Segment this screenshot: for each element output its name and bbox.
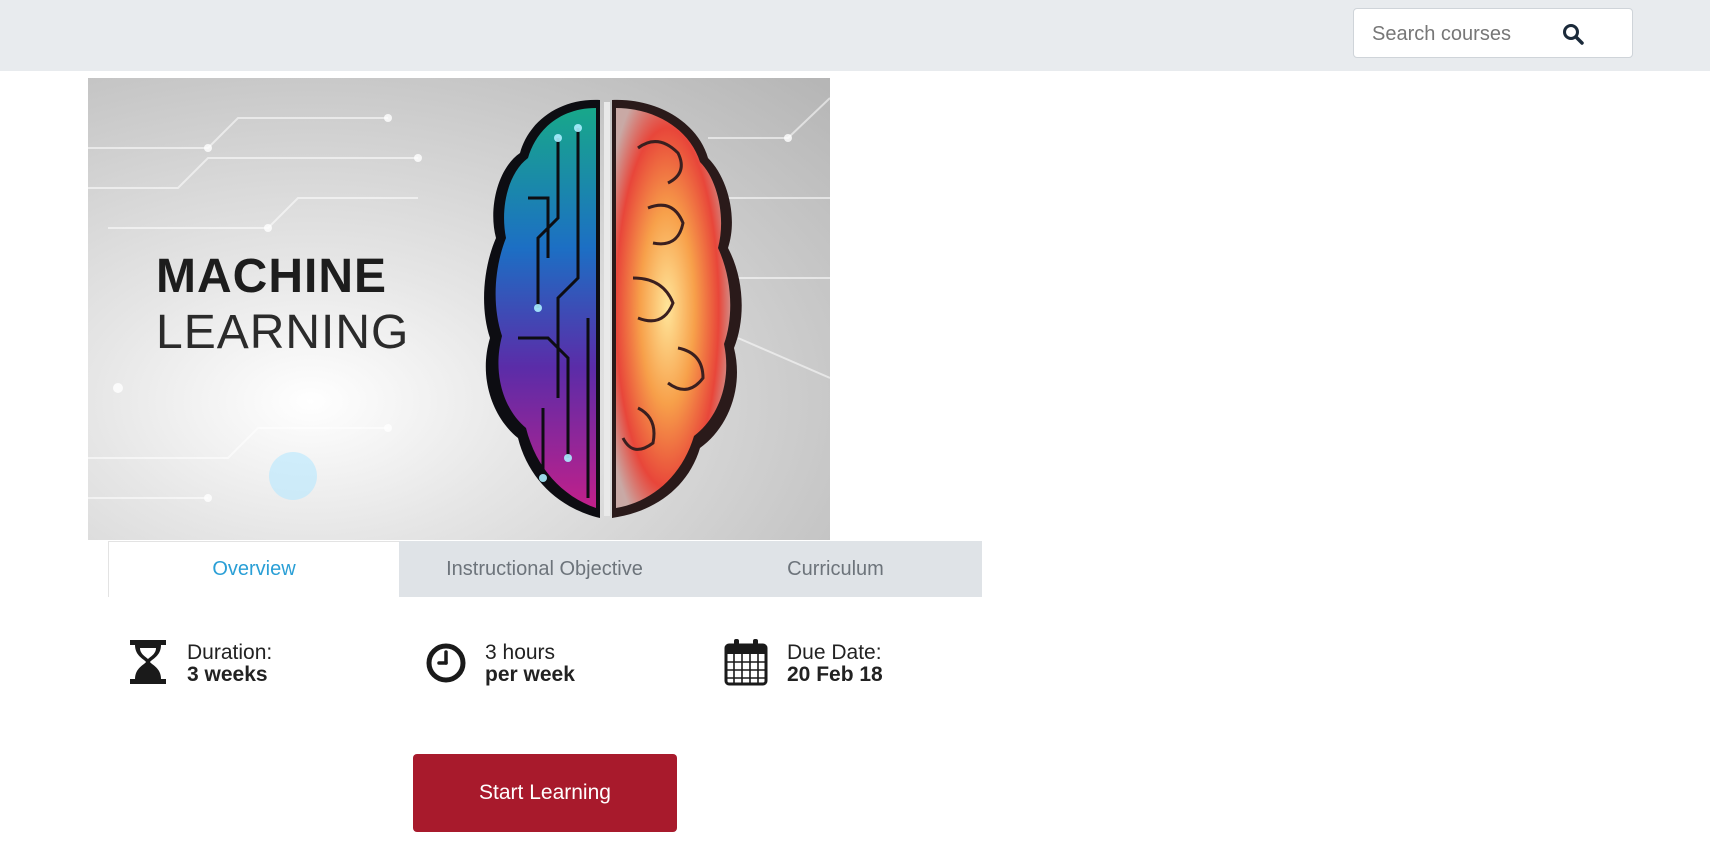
hero-title: MACHINE LEARNING	[156, 253, 409, 357]
hourglass-icon	[130, 640, 166, 684]
tab-curriculum[interactable]: Curriculum	[690, 541, 981, 597]
course-tabs: Overview Instructional Objective Curricu…	[108, 541, 982, 597]
start-learning-button[interactable]: Start Learning	[413, 754, 677, 832]
top-bar	[0, 0, 1710, 71]
course-hero-image: MACHINE LEARNING	[88, 78, 830, 540]
clock-icon	[426, 643, 466, 683]
search-input[interactable]	[1370, 9, 1574, 59]
duration-label: Duration:	[187, 641, 273, 664]
effort-value: per week	[485, 663, 575, 686]
tab-instructional-objective[interactable]: Instructional Objective	[399, 541, 690, 597]
due-date-label: Due Date:	[787, 641, 882, 664]
calendar-icon	[724, 639, 768, 686]
hero-title-line-2: LEARNING	[156, 306, 410, 359]
search-box[interactable]	[1353, 8, 1633, 59]
tab-overview[interactable]: Overview	[108, 541, 399, 597]
hero-title-line-1: MACHINE	[156, 250, 387, 303]
effort-label: 3 hours	[485, 641, 556, 664]
due-date-value: 20 Feb 18	[787, 663, 883, 686]
search-icon[interactable]	[1561, 22, 1585, 46]
duration-value: 3 weeks	[187, 663, 268, 686]
